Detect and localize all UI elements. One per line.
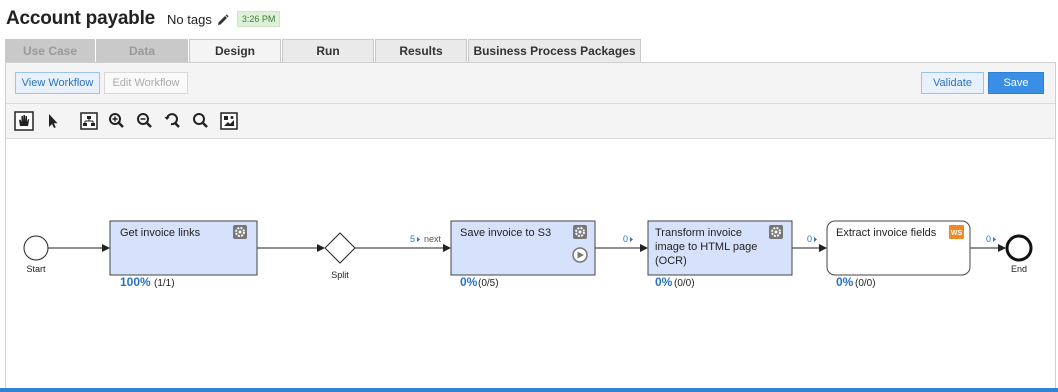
task-get-invoice-links[interactable]: Get invoice links 100% (1/1): [109, 220, 258, 289]
pointer-icon[interactable]: [43, 111, 63, 131]
task-percent: 0%: [655, 275, 673, 289]
task-extract-invoice-fields[interactable]: Extract invoice fields WS 0% (0/0): [826, 220, 971, 289]
task-title-line: Transform invoice: [655, 227, 742, 239]
end-event[interactable]: [1005, 234, 1033, 262]
end-label: End: [1011, 264, 1027, 274]
task-title: Get invoice links: [120, 227, 201, 239]
tab-bar: Use Case Data Design Run Results Busines…: [5, 39, 642, 62]
task-count: (0/5): [478, 278, 499, 289]
workflow-toolbar: View Workflow Edit Workflow Validate Sav…: [6, 63, 1055, 103]
validate-button[interactable]: Validate: [921, 72, 984, 94]
start-label: Start: [26, 264, 46, 274]
connector-arrow-icon: [417, 237, 420, 242]
task-percent: 0%: [836, 275, 854, 289]
tab-run[interactable]: Run: [282, 39, 374, 62]
play-icon[interactable]: [572, 247, 588, 263]
header: Account payable No tags 3:26 PM: [6, 6, 281, 32]
task-count: (0/0): [855, 278, 876, 289]
task-title-line: (OCR): [655, 255, 687, 267]
task-title-line: image to HTML page: [655, 241, 757, 253]
bottom-divider: [0, 388, 1058, 392]
page-title: Account payable: [6, 8, 156, 29]
task-percent: 0%: [460, 275, 478, 289]
zoom-icon[interactable]: [191, 111, 211, 131]
connector-arrow-icon: [993, 237, 996, 242]
connector-arrow-icon: [814, 237, 817, 242]
design-panel: View Workflow Edit Workflow Validate Sav…: [5, 62, 1056, 390]
connector-count: 0: [986, 234, 991, 244]
zoom-reset-icon[interactable]: [163, 111, 183, 131]
connector-count: 0: [623, 234, 628, 244]
workflow-canvas[interactable]: Start 5 next 0 0 0 Get invoice links 100…: [6, 138, 1055, 389]
zoom-out-icon[interactable]: [135, 111, 155, 131]
pencil-icon[interactable]: [217, 13, 229, 25]
gear-icon[interactable]: [573, 225, 587, 239]
gear-icon[interactable]: [769, 225, 783, 239]
time-badge: 3:26 PM: [236, 11, 281, 27]
zoom-in-icon[interactable]: [107, 111, 127, 131]
tab-design[interactable]: Design: [189, 39, 281, 62]
ws-badge-label: WS: [951, 230, 963, 237]
tags-label[interactable]: No tags: [167, 12, 212, 27]
split-gateway[interactable]: [324, 232, 356, 264]
task-title: Save invoice to S3: [460, 227, 551, 239]
connector-label: next: [424, 234, 442, 244]
task-percent: 100%: [120, 275, 151, 289]
start-event[interactable]: [23, 235, 49, 261]
canvas-tools: [6, 103, 1055, 137]
task-transform-invoice[interactable]: Transform invoice image to HTML page (OC…: [647, 220, 793, 289]
edit-workflow-button[interactable]: Edit Workflow: [104, 72, 188, 94]
tab-business-process-packages[interactable]: Business Process Packages: [468, 39, 641, 62]
fit-icon[interactable]: [219, 111, 239, 131]
gear-icon[interactable]: [233, 225, 247, 239]
task-save-invoice-to-s3[interactable]: Save invoice to S3 0% (0/5): [450, 220, 596, 289]
tab-results[interactable]: Results: [375, 39, 467, 62]
tab-data[interactable]: Data: [96, 39, 188, 62]
connector-count: 0: [807, 234, 812, 244]
task-count: (1/1): [154, 278, 175, 289]
task-title: Extract invoice fields: [836, 227, 937, 239]
connector-arrow-icon: [630, 237, 633, 242]
view-workflow-button[interactable]: View Workflow: [15, 72, 100, 94]
connector-count: 5: [410, 234, 415, 244]
split-label: Split: [331, 270, 349, 280]
hand-icon[interactable]: [14, 111, 34, 131]
workflow-diagram: Start 5 next 0 0 0 Get invoice links 100…: [23, 220, 1033, 289]
layout-icon[interactable]: [79, 111, 99, 131]
tab-use-case[interactable]: Use Case: [5, 39, 95, 62]
task-count: (0/0): [674, 278, 695, 289]
save-button[interactable]: Save: [988, 72, 1044, 94]
